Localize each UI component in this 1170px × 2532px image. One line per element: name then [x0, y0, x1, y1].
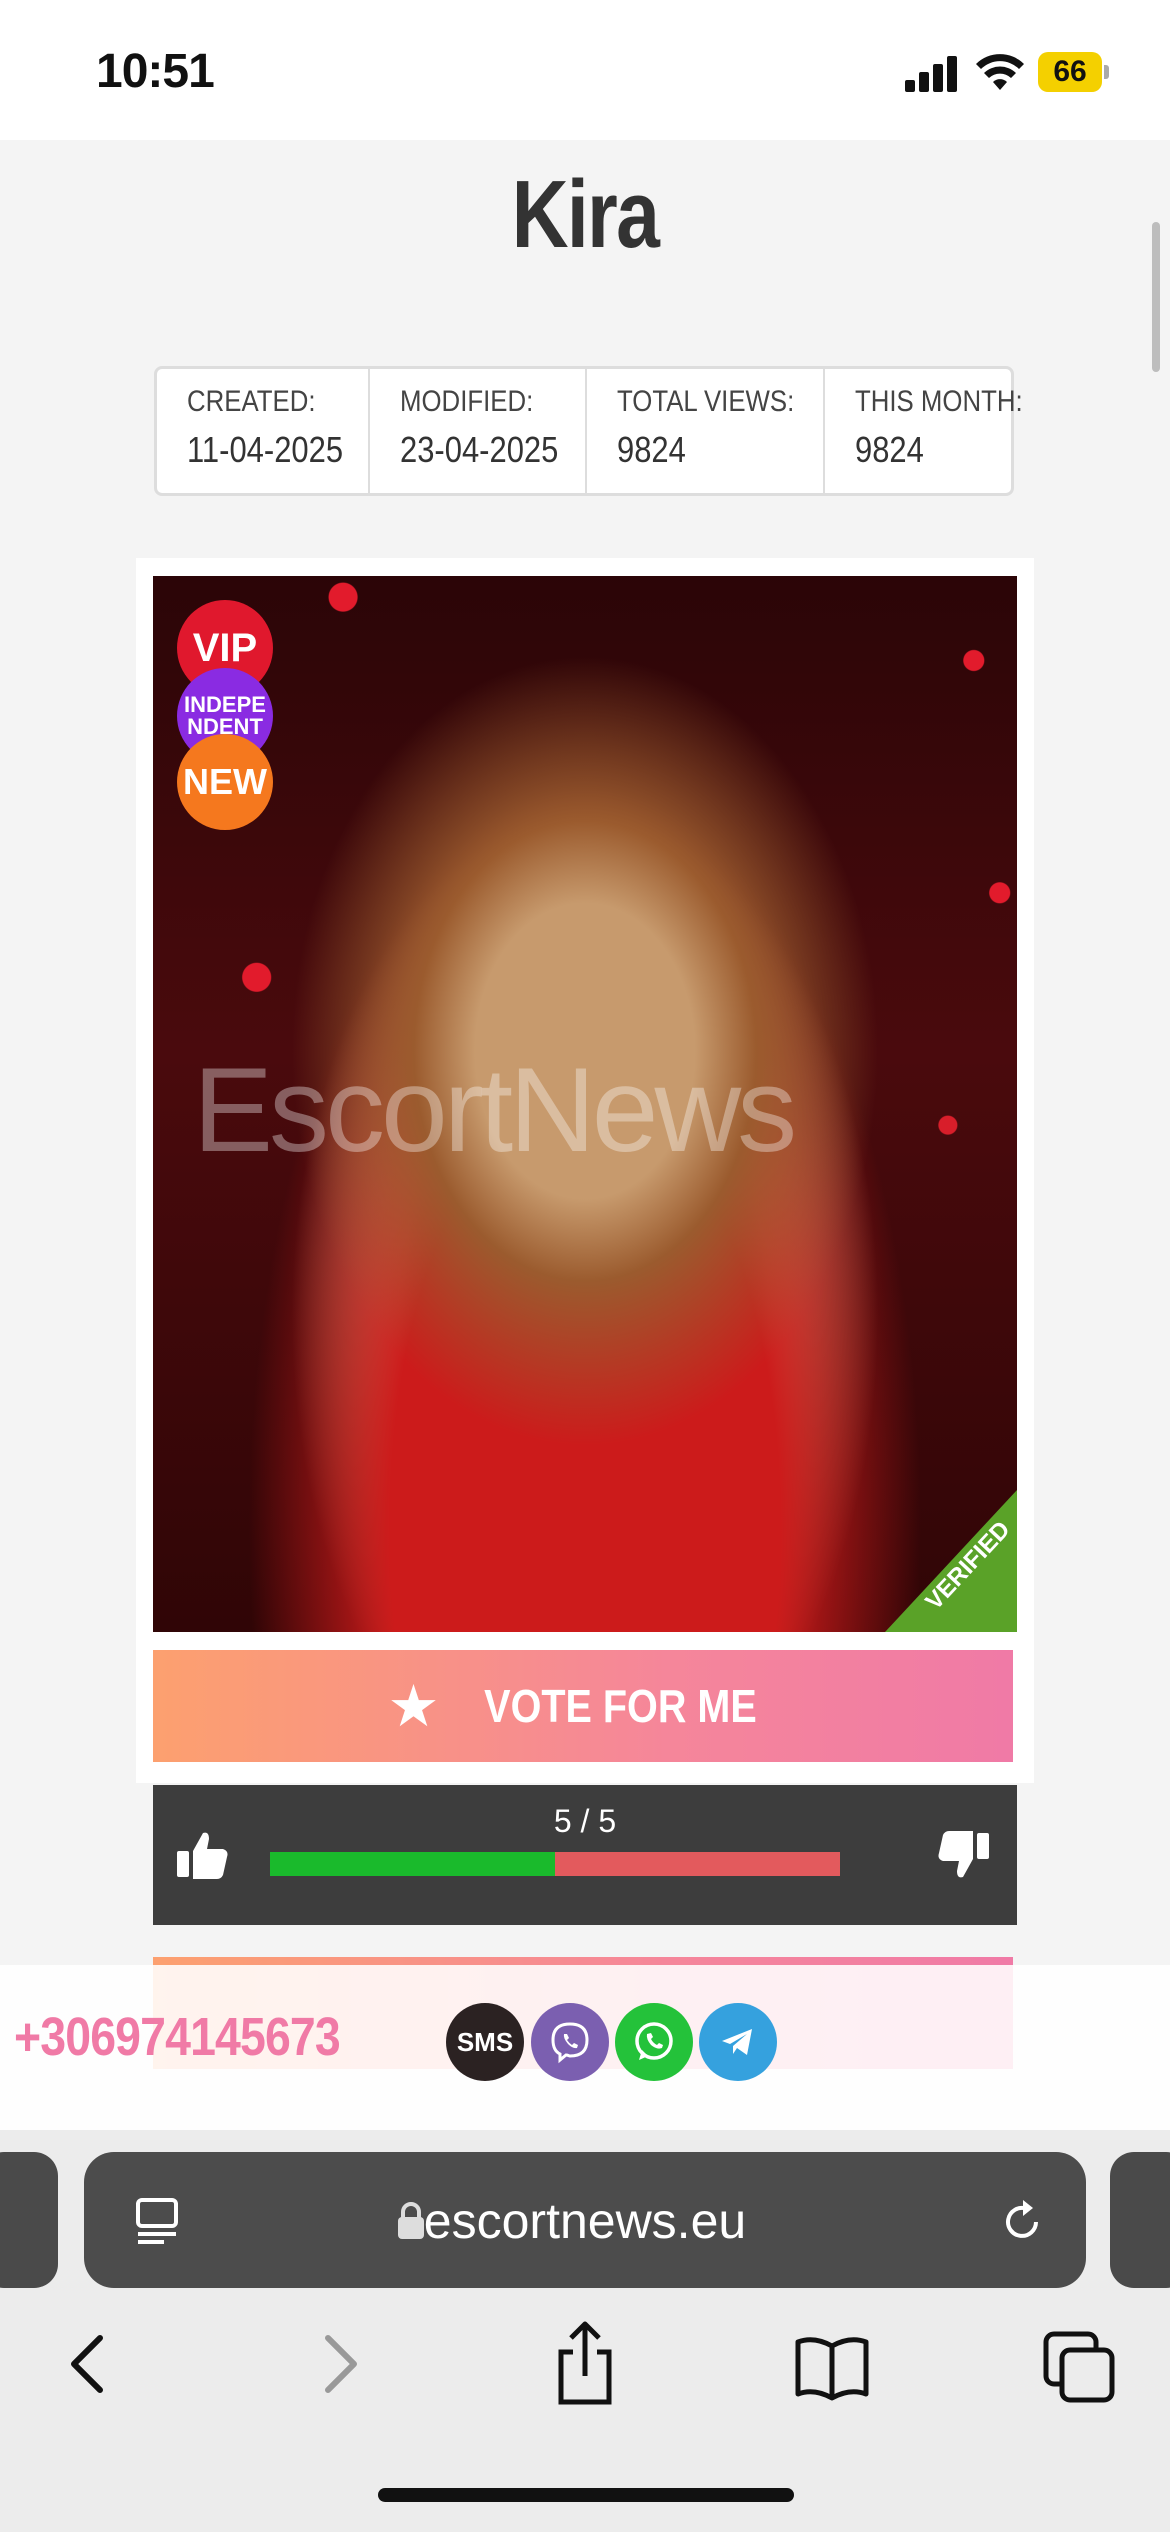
back-icon[interactable] [48, 2318, 128, 2408]
status-time: 10:51 [96, 45, 215, 98]
battery-icon: 66 [1038, 52, 1110, 92]
scrollbar[interactable] [1152, 222, 1160, 372]
phone-number[interactable]: +306974145673 [14, 2006, 341, 2068]
stat-label: MODIFIED: [400, 385, 534, 418]
vote-label: VOTE FOR ME [483, 1680, 757, 1732]
photo-watermark: EscortNews [193, 1043, 797, 1177]
viber-button[interactable] [531, 2003, 609, 2081]
stat-created: CREATED: 11-04-2025 [157, 369, 371, 493]
telegram-icon [722, 2029, 752, 2055]
battery-level: 66 [1038, 52, 1102, 92]
telegram-button[interactable] [699, 2003, 777, 2081]
rating-bar: 5 / 5 [153, 1785, 1017, 1925]
stat-value: 11-04-2025 [187, 429, 344, 470]
vote-button[interactable]: ★ VOTE FOR ME [153, 1650, 1013, 1762]
viber-icon [551, 2022, 589, 2064]
profile-photo[interactable]: EscortNews [153, 576, 1017, 1632]
stat-label: THIS MONTH: [854, 385, 1023, 418]
verified-ribbon: VERIFIED [885, 1490, 1017, 1632]
whatsapp-icon [635, 2022, 673, 2060]
next-tab[interactable] [1110, 2152, 1170, 2288]
stat-value: 9824 [854, 429, 924, 470]
rating-progress-fill [270, 1852, 555, 1876]
whatsapp-button[interactable] [615, 2003, 693, 2081]
stat-value: 23-04-2025 [400, 429, 559, 470]
profile-stats: CREATED: 11-04-2025 MODIFIED: 23-04-2025… [154, 366, 1022, 496]
stat-value: 9824 [616, 429, 686, 470]
home-indicator [378, 2488, 794, 2502]
thumbs-down-icon[interactable] [933, 1825, 993, 1885]
forward-icon[interactable] [300, 2318, 380, 2408]
stat-total-views: TOTAL VIEWS: 9824 [587, 369, 825, 493]
wifi-icon [976, 54, 1024, 90]
url-text: escortnews.eu [423, 2193, 747, 2249]
new-badge: NEW [177, 734, 273, 830]
star-icon: ★ [387, 1674, 440, 1739]
rating-value: 5 / 5 [553, 1803, 617, 1839]
sms-button[interactable]: SMS [446, 2003, 524, 2081]
tabs-icon[interactable] [1040, 2318, 1120, 2408]
share-icon[interactable] [545, 2318, 625, 2408]
bookmarks-icon[interactable] [792, 2318, 872, 2408]
stat-label: CREATED: [187, 385, 316, 418]
stat-this-month: THIS MONTH: 9824 [825, 369, 1050, 493]
address-bar[interactable]: escortnews.eu [84, 2152, 1086, 2288]
rating-progress [270, 1852, 840, 1876]
page-title: Kira [511, 161, 660, 268]
stat-modified: MODIFIED: 23-04-2025 [370, 369, 587, 493]
stat-label: TOTAL VIEWS: [616, 385, 794, 418]
previous-tab[interactable] [0, 2152, 58, 2288]
status-bar: 10:51 66 [0, 0, 1170, 140]
reload-icon[interactable] [996, 2196, 1048, 2248]
cellular-signal-icon [905, 54, 957, 92]
